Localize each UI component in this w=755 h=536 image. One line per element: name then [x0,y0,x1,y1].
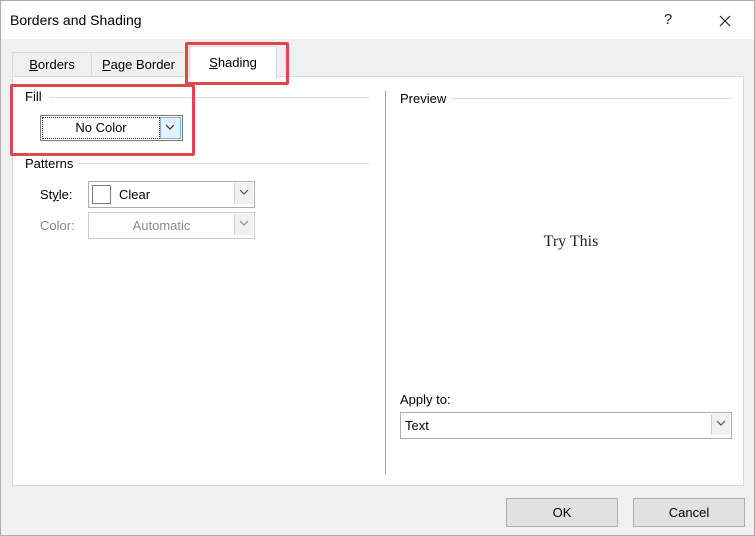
pattern-color-label: Color: [40,218,75,233]
tab-borders-label: orders [37,57,75,72]
tab-borders-accel: B [29,57,38,72]
patterns-group-label: Patterns [25,156,74,171]
preview-group-divider [451,98,731,99]
preview-group-label: Preview [400,91,447,106]
fill-group-divider [49,97,369,98]
tab-page-border[interactable]: Page Border [91,52,186,76]
patterns-group-divider [77,163,369,164]
pattern-style-dropdown-button[interactable] [234,183,253,204]
window-title: Borders and Shading [10,12,142,28]
apply-to-label: Apply to: [400,392,451,407]
preview-sample-text: Try This [543,233,599,250]
fill-dropdown-button[interactable] [160,117,181,139]
title-bar: Borders and Shading ? [1,1,754,39]
close-button[interactable] [711,7,739,33]
pattern-color-dropdown-button[interactable] [234,214,253,235]
pattern-swatch [92,185,111,204]
cancel-button[interactable]: Cancel [633,498,745,527]
apply-to-dropdown[interactable]: Text [400,412,732,439]
apply-to-value: Text [405,418,429,433]
apply-to-dropdown-button[interactable] [711,414,730,435]
pattern-style-value: Clear [119,187,151,202]
tab-page-border-label: age Border [110,57,175,72]
tab-borders[interactable]: Borders [12,52,92,76]
fill-color-value: No Color [42,117,160,139]
tab-shading[interactable]: Shading [189,46,277,78]
fill-group-label: Fill [25,89,42,104]
tab-shading-label: hading [217,55,257,70]
close-icon [719,15,731,26]
tab-page-border-accel: P [102,57,111,72]
pattern-color-dropdown[interactable]: Automatic [88,212,255,239]
chevron-down-icon [239,189,249,195]
pattern-style-dropdown[interactable]: Clear [88,181,255,208]
vertical-separator [385,91,386,474]
chevron-down-icon [239,220,249,226]
fill-color-dropdown[interactable]: No Color [40,115,183,141]
borders-and-shading-dialog: Borders and Shading ? Borders Page Borde… [0,0,755,536]
style-label: Style: [40,187,73,202]
help-button[interactable]: ? [656,9,680,31]
tab-shading-accel: S [209,55,218,70]
ok-button[interactable]: OK [506,498,618,527]
chevron-down-icon [716,420,726,426]
chevron-down-icon [165,124,175,130]
pattern-color-value: Automatic [132,218,191,233]
